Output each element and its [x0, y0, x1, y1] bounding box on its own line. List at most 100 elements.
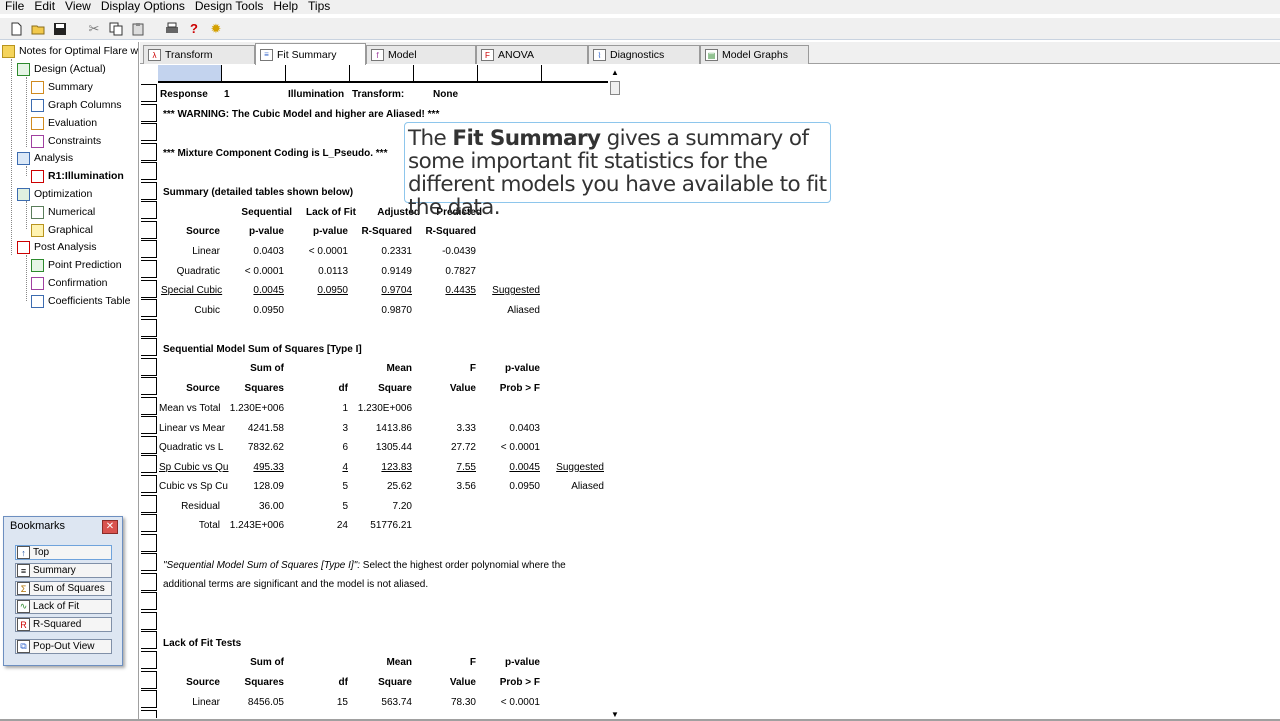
- menu-tips[interactable]: Tips: [303, 0, 335, 14]
- table-cell: 128.09: [253, 481, 284, 493]
- row-selector[interactable]: [141, 123, 157, 142]
- table-cell: 15: [336, 697, 348, 708]
- row-selector[interactable]: [141, 357, 157, 376]
- row-selector[interactable]: [141, 533, 157, 552]
- aliased-warning: *** WARNING: The Cubic Model and higher …: [163, 109, 440, 120]
- table-cell: R-Squared: [361, 226, 412, 237]
- pop-out-view-button[interactable]: ⧉ Pop-Out View: [15, 639, 112, 654]
- tab-transform[interactable]: λ Transform: [143, 45, 255, 64]
- row-selector[interactable]: [141, 455, 157, 474]
- tree-numerical[interactable]: Numerical: [31, 204, 95, 220]
- column-header: [286, 65, 350, 83]
- table-cell: 36.00: [258, 500, 284, 512]
- help-icon[interactable]: ?: [184, 20, 204, 38]
- tree-root[interactable]: Notes for Optimal Flare wit: [2, 43, 138, 59]
- bookmark-r-squared-button[interactable]: R R-Squared: [15, 617, 112, 632]
- tab-anova[interactable]: F ANOVA: [476, 45, 588, 64]
- row-selector[interactable]: [141, 650, 157, 669]
- menu-design-tools[interactable]: Design Tools: [190, 0, 268, 14]
- tree-optimization[interactable]: Optimization: [17, 186, 92, 202]
- menu-display-options[interactable]: Display Options: [96, 0, 190, 14]
- tree-constraints[interactable]: Constraints: [31, 133, 101, 149]
- new-file-icon[interactable]: [6, 20, 26, 38]
- tab-diagnostics[interactable]: ⌇ Diagnostics: [588, 45, 700, 64]
- row-selector[interactable]: [141, 201, 157, 220]
- open-folder-icon[interactable]: [28, 20, 48, 38]
- scroll-up-icon[interactable]: ▲: [611, 68, 619, 77]
- row-selector[interactable]: [141, 553, 157, 572]
- row-selector[interactable]: [141, 475, 157, 493]
- graphical-icon: [31, 223, 44, 237]
- tree-graphical[interactable]: Graphical: [31, 222, 93, 238]
- row-selector[interactable]: [141, 592, 157, 611]
- row-selector[interactable]: [141, 279, 157, 298]
- row-selector[interactable]: [141, 494, 157, 513]
- tree-post-analysis[interactable]: Post Analysis: [17, 239, 96, 255]
- row-selector[interactable]: [141, 338, 157, 357]
- copy-icon[interactable]: [106, 20, 126, 38]
- row-selector[interactable]: [141, 377, 157, 396]
- analysis-icon: [17, 151, 30, 165]
- tip-bulb-icon[interactable]: ✹: [206, 20, 226, 38]
- tree-analysis[interactable]: Analysis: [17, 150, 73, 166]
- tree-summary[interactable]: Summary: [31, 79, 93, 95]
- menu-view[interactable]: View: [60, 0, 96, 14]
- tab-model-graphs[interactable]: ▤ Model Graphs: [700, 45, 809, 64]
- scroll-thumb[interactable]: [610, 81, 620, 95]
- row-selector[interactable]: [141, 103, 157, 122]
- menu-edit[interactable]: Edit: [29, 0, 60, 14]
- table-cell: 4: [342, 461, 348, 473]
- row-selector[interactable]: [141, 709, 157, 718]
- bookmark-top-button[interactable]: ↑ Top: [15, 545, 112, 560]
- tab-fit-summary[interactable]: ≡ Fit Summary: [255, 43, 366, 65]
- row-selector[interactable]: [141, 318, 157, 337]
- response-name: Illumination: [288, 89, 345, 100]
- row-selector[interactable]: [141, 162, 157, 181]
- row-selector[interactable]: [141, 631, 157, 650]
- table-cell: Linear: [192, 697, 220, 708]
- tree-r1-illumination[interactable]: R1:Illumination: [31, 168, 124, 184]
- row-selector[interactable]: [141, 611, 157, 630]
- tree-point-prediction[interactable]: Point Prediction: [31, 257, 122, 273]
- row-selector[interactable]: [141, 690, 157, 709]
- row-selector[interactable]: [141, 396, 157, 415]
- tree-graph-columns[interactable]: Graph Columns: [31, 97, 122, 113]
- transform-label: Transform:: [352, 89, 405, 100]
- row-selector[interactable]: [141, 240, 157, 259]
- table-cell: 7.55: [456, 461, 476, 473]
- paste-icon[interactable]: [128, 20, 148, 38]
- row-selector[interactable]: [141, 299, 157, 318]
- row-selector[interactable]: [141, 416, 157, 435]
- close-icon[interactable]: ✕: [102, 520, 118, 534]
- tree-design[interactable]: Design (Actual): [17, 61, 106, 77]
- table-cell: 123.83: [381, 461, 412, 473]
- table-cell: Mean: [386, 657, 412, 668]
- table-cell: Square: [378, 383, 412, 394]
- menu-help[interactable]: Help: [268, 0, 303, 14]
- row-selector[interactable]: [141, 572, 157, 591]
- tab-model[interactable]: f Model: [366, 45, 476, 64]
- row-selector[interactable]: [141, 220, 157, 239]
- save-icon[interactable]: [50, 20, 70, 38]
- menu-file[interactable]: File: [0, 0, 29, 14]
- tree-confirmation[interactable]: Confirmation: [31, 275, 108, 291]
- bookmark-lack-of-fit-button[interactable]: ∿ Lack of Fit: [15, 599, 112, 614]
- row-selector[interactable]: [141, 670, 157, 689]
- bookmark-summary-button[interactable]: ≡ Summary: [15, 563, 112, 578]
- tree-coefficients-table[interactable]: Coefficients Table: [31, 293, 131, 309]
- cut-icon[interactable]: ✂: [84, 20, 104, 38]
- r-squared-icon: R: [17, 618, 30, 631]
- tree-evaluation[interactable]: Evaluation: [31, 115, 97, 131]
- scroll-down-icon[interactable]: ▼: [611, 710, 619, 719]
- table-cell: 8456.05: [247, 697, 284, 708]
- bookmark-sum-of-squares-button[interactable]: Σ Sum of Squares: [15, 581, 112, 596]
- row-selector[interactable]: [141, 84, 157, 102]
- print-icon[interactable]: [162, 20, 182, 38]
- row-selector[interactable]: [141, 142, 157, 161]
- row-selector[interactable]: [141, 259, 157, 278]
- row-selector[interactable]: [141, 514, 157, 533]
- row-selector[interactable]: [141, 435, 157, 454]
- table-cell: Total: [198, 520, 220, 532]
- row-selector[interactable]: [141, 181, 157, 200]
- table-cell: df: [338, 677, 348, 688]
